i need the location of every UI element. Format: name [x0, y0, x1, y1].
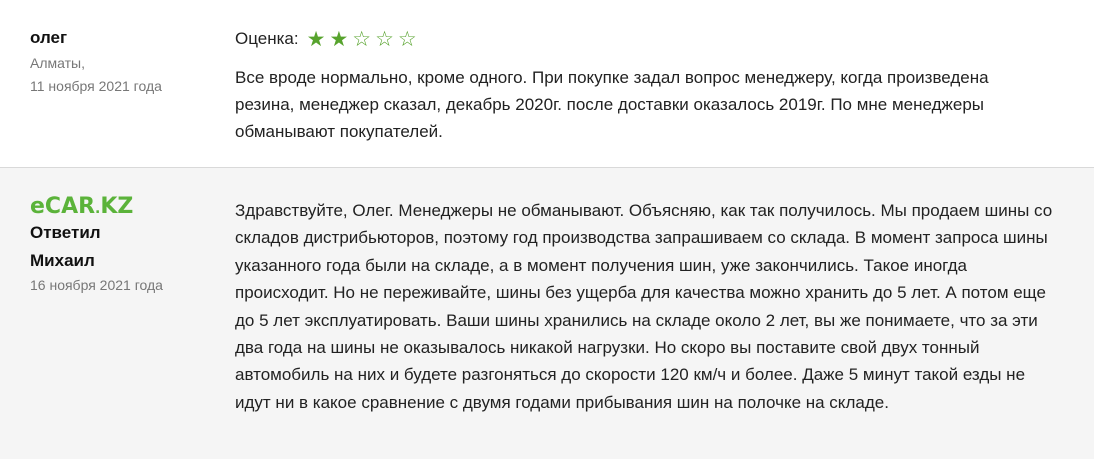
reply-label: Ответил	[30, 223, 101, 242]
star-filled-icon: ★	[306, 27, 326, 51]
reply-date: 16 ноября 2021 года	[30, 277, 163, 293]
review-rating: Оценка: ★ ★ ☆ ☆ ☆	[235, 27, 421, 51]
review-author-city: Алматы,	[30, 55, 85, 71]
rating-label: Оценка:	[235, 29, 299, 48]
review-text: Все вроде нормально, кроме одного. При п…	[235, 68, 989, 141]
store-reply: eCAR.KZ Ответил Михаил 16 ноября 2021 го…	[0, 168, 1094, 459]
logo-text-main: eCAR	[30, 194, 96, 219]
ecar-logo: eCAR.KZ	[30, 194, 133, 219]
star-outline-icon: ☆	[375, 27, 394, 51]
star-filled-icon: ★	[329, 27, 349, 51]
logo-text-tld: KZ	[100, 194, 134, 219]
reply-text: Здравствуйте, Олег. Менеджеры не обманыв…	[235, 201, 1053, 412]
review-author-name: олег	[30, 28, 68, 47]
star-outline-icon: ☆	[352, 27, 372, 51]
rating-stars: ★ ★ ☆ ☆ ☆	[306, 27, 421, 51]
review-date: 11 ноября 2021 года	[30, 78, 162, 94]
reply-manager-name: Михаил	[30, 251, 95, 270]
star-outline-icon: ☆	[397, 27, 417, 51]
customer-review: олег Алматы, 11 ноября 2021 года Оценка:…	[0, 0, 1094, 168]
